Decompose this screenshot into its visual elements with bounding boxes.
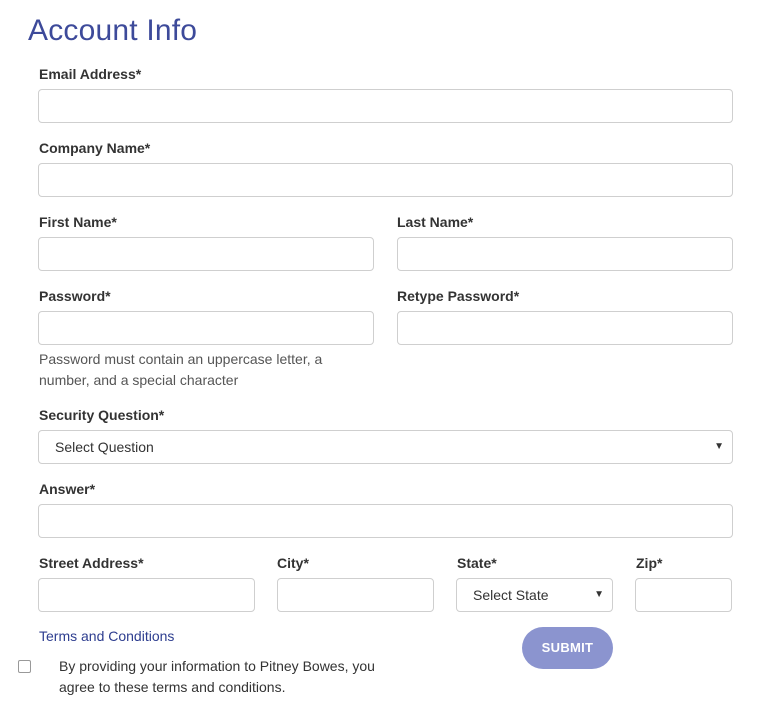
- city-input[interactable]: [277, 578, 434, 612]
- page-title: Account Info: [28, 14, 198, 47]
- email-label: Email Address*: [39, 66, 142, 82]
- password-input[interactable]: [38, 311, 374, 345]
- zip-label: Zip*: [636, 555, 663, 571]
- consent-text: By providing your information to Pitney …: [59, 658, 375, 695]
- state-value: Select State: [473, 587, 549, 603]
- last-name-input[interactable]: [397, 237, 733, 271]
- terms-and-conditions-link[interactable]: Terms and Conditions: [39, 628, 174, 644]
- zip-input[interactable]: [635, 578, 732, 612]
- password-hint: Password must contain an uppercase lette…: [39, 351, 323, 388]
- security-question-label: Security Question*: [39, 407, 165, 423]
- chevron-down-icon: ▼: [714, 441, 724, 452]
- consent-checkbox[interactable]: [18, 660, 31, 673]
- answer-input[interactable]: [38, 504, 733, 538]
- city-label: City*: [277, 555, 309, 571]
- first-name-label: First Name*: [39, 214, 117, 230]
- password-label: Password*: [39, 288, 111, 304]
- state-label: State*: [457, 555, 497, 571]
- security-question-value: Select Question: [55, 439, 154, 455]
- street-address-input[interactable]: [38, 578, 255, 612]
- company-name-input[interactable]: [38, 163, 733, 197]
- submit-button[interactable]: SUBMIT: [522, 627, 613, 669]
- street-address-label: Street Address*: [39, 555, 144, 571]
- retype-password-input[interactable]: [397, 311, 733, 345]
- security-question-select[interactable]: Select Question ▼: [38, 430, 733, 464]
- chevron-down-icon: ▼: [594, 589, 604, 600]
- company-name-label: Company Name*: [39, 140, 151, 156]
- retype-password-label: Retype Password*: [397, 288, 520, 304]
- first-name-input[interactable]: [38, 237, 374, 271]
- email-input[interactable]: [38, 89, 733, 123]
- last-name-label: Last Name*: [397, 214, 474, 230]
- state-select[interactable]: Select State ▼: [456, 578, 613, 612]
- answer-label: Answer*: [39, 481, 96, 497]
